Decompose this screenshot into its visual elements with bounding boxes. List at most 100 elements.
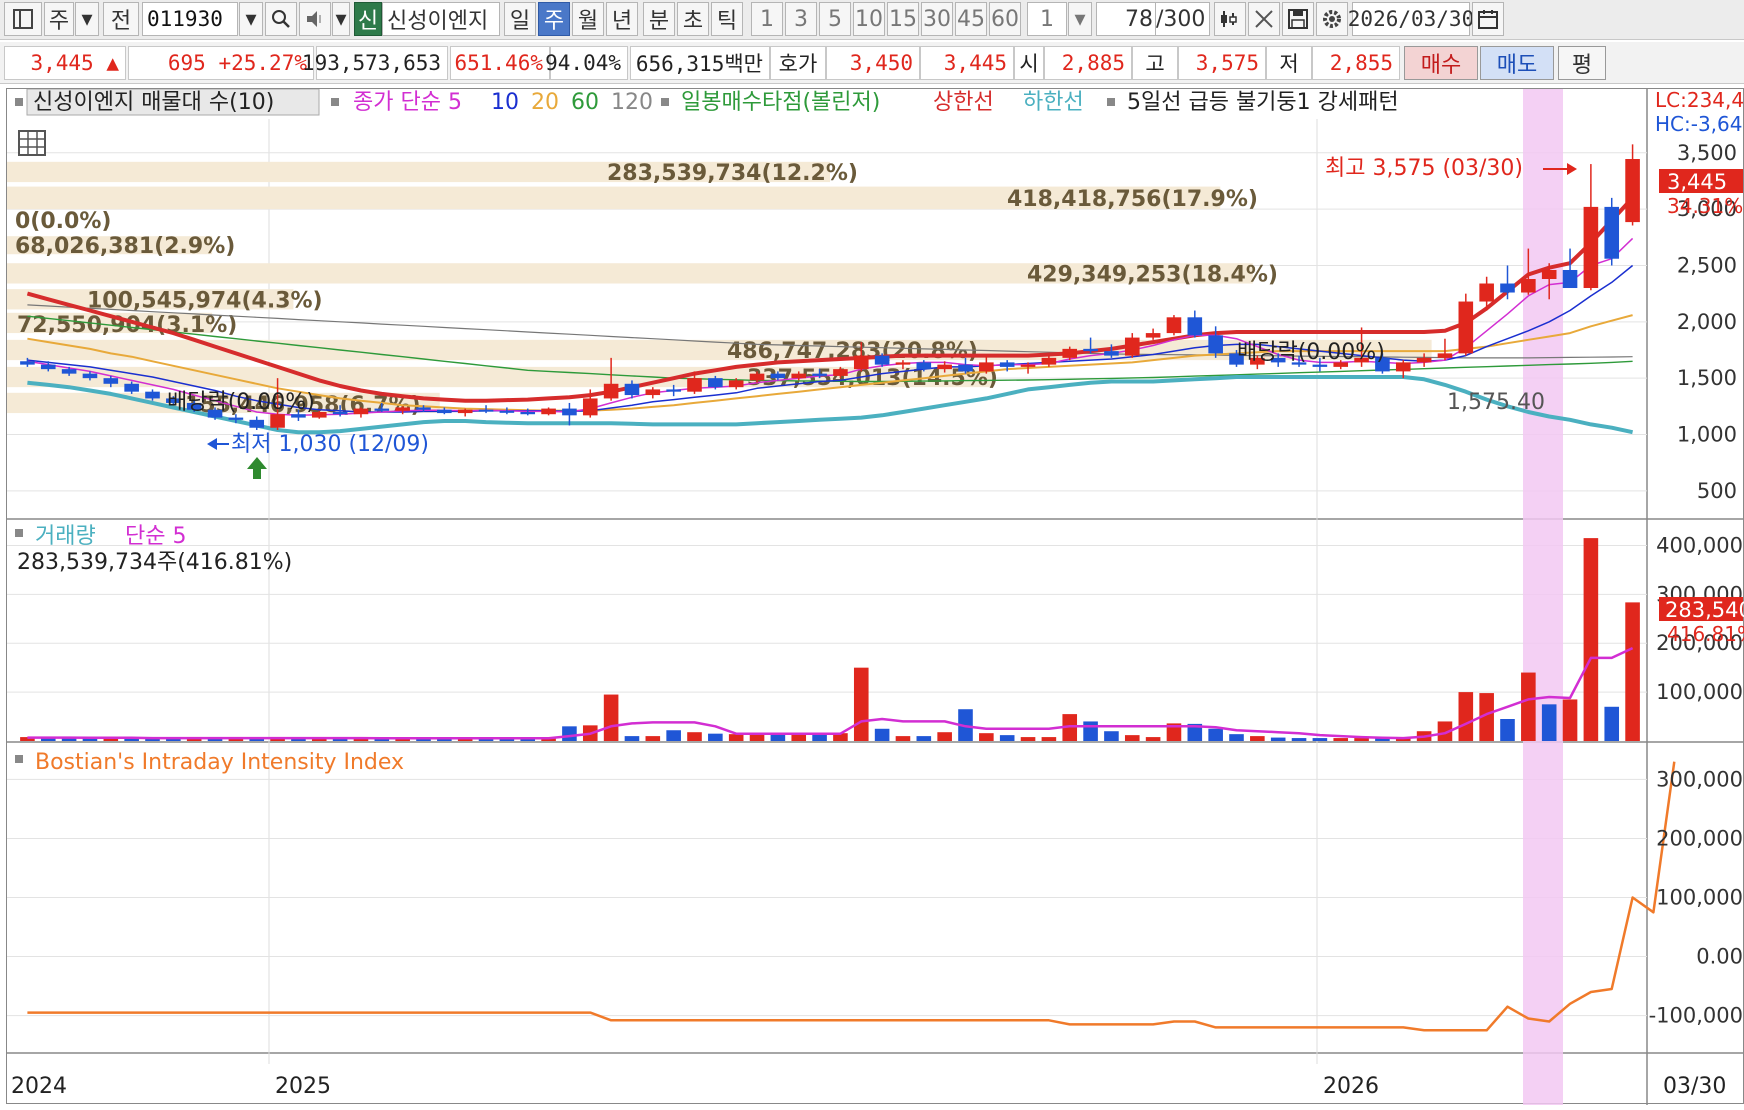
- minute-10[interactable]: 10: [853, 2, 885, 36]
- minute-45[interactable]: 45: [955, 2, 987, 36]
- market-dropdown-icon[interactable]: ▾: [75, 2, 99, 36]
- count-field[interactable]: 78: [1096, 2, 1156, 36]
- buy-button[interactable]: 매수: [1404, 46, 1478, 80]
- volume-bar: [979, 733, 994, 741]
- candle-body: [770, 373, 786, 379]
- chart-area[interactable]: 283,539,734(12.2%) 418,418,756(17.9%) 0(0.…: [6, 88, 1744, 1105]
- bollinger-value: 1,575.40: [1447, 390, 1545, 415]
- unit-dropdown-icon[interactable]: ▾: [1068, 2, 1092, 36]
- minute-3[interactable]: 3: [785, 2, 817, 36]
- volume-ma-label[interactable]: 단순 5: [125, 524, 186, 549]
- speaker-dropdown-icon[interactable]: ▾: [332, 2, 350, 36]
- legend: 신성이엔지 매물대 수(10) 종가 단순 5 10 20 60 120 일봉매…: [15, 88, 1399, 116]
- tab-year[interactable]: 년: [606, 2, 638, 36]
- volume-bar: [687, 732, 702, 741]
- change-pct: +25.27%: [218, 51, 307, 75]
- candle-body: [541, 408, 556, 415]
- high-label: 고: [1132, 46, 1178, 80]
- tab-tick[interactable]: 틱: [711, 2, 743, 36]
- candle-body: [1437, 353, 1453, 358]
- legend-vp[interactable]: 신성이엔지 매물대 수(10): [33, 90, 274, 115]
- chart-svg[interactable]: 283,539,734(12.2%) 418,418,756(17.9%) 0(0.…: [7, 88, 1744, 1105]
- legend-bullet-icon: [15, 529, 23, 537]
- zoom-in-icon[interactable]: [1214, 2, 1246, 36]
- legend-ma-title[interactable]: 종가 단순 5: [353, 90, 462, 115]
- candle-body: [1145, 333, 1161, 338]
- code-field[interactable]: [142, 2, 238, 36]
- volume-value: 193,573,653: [302, 46, 448, 80]
- volume-bar: [916, 736, 932, 741]
- low-annotation: 최저 1,030 (12/09): [231, 432, 429, 457]
- price-tick-label: 1,500: [1677, 366, 1737, 390]
- legend-pattern[interactable]: 5일선 급등 불기둥1 강세패턴: [1127, 90, 1399, 115]
- date-field[interactable]: 2026/03/30: [1348, 2, 1474, 36]
- candle-body: [749, 373, 765, 381]
- legend-ma60[interactable]: 60: [571, 90, 599, 115]
- speaker-icon[interactable]: [299, 2, 331, 36]
- legend-lower[interactable]: 하한선: [1023, 90, 1084, 115]
- tab-second[interactable]: 초: [677, 2, 709, 36]
- code-dropdown-icon[interactable]: ▾: [239, 2, 263, 36]
- legend-upper[interactable]: 상한선: [933, 90, 994, 115]
- xaxis-label-2026: 2026: [1323, 1074, 1379, 1099]
- volume-bar: [728, 734, 744, 741]
- calendar-icon[interactable]: [1472, 2, 1504, 36]
- tab-month[interactable]: 월: [572, 2, 604, 36]
- candle-body: [1395, 362, 1411, 372]
- crosshair-icon[interactable]: [1248, 2, 1280, 36]
- minute-30[interactable]: 30: [921, 2, 953, 36]
- candle-body: [603, 383, 619, 399]
- prev-button[interactable]: 전: [103, 2, 139, 36]
- candle-body: [1416, 357, 1432, 363]
- legend-ma10[interactable]: 10: [491, 90, 519, 115]
- volume-title[interactable]: 거래량: [35, 524, 96, 549]
- candle-body: [895, 362, 911, 365]
- price-value: 3,445: [30, 51, 94, 75]
- table-icon[interactable]: [18, 130, 46, 156]
- tab-week[interactable]: 주: [538, 2, 570, 36]
- minute-15[interactable]: 15: [887, 2, 919, 36]
- tab-day[interactable]: 일: [504, 2, 536, 36]
- volume-bar: [1604, 706, 1620, 741]
- open-price: 2,885: [1044, 46, 1132, 80]
- gear-icon[interactable]: [1316, 2, 1348, 36]
- high-price: 3,575: [1178, 46, 1266, 80]
- minute-5[interactable]: 5: [819, 2, 851, 36]
- candle-body: [1208, 335, 1223, 354]
- candle-body: [1166, 317, 1182, 334]
- sell-button[interactable]: 매도: [1480, 46, 1554, 80]
- layout-icon[interactable]: [4, 2, 42, 36]
- volume-bar: [1145, 737, 1161, 741]
- minute-60[interactable]: 60: [989, 2, 1021, 36]
- tab-minute[interactable]: 분: [643, 2, 675, 36]
- eval-button[interactable]: 평: [1558, 46, 1606, 80]
- save-icon[interactable]: [1282, 2, 1314, 36]
- legend-ma120[interactable]: 120: [611, 90, 653, 115]
- open-label: 시: [1014, 46, 1044, 80]
- bii-title[interactable]: Bostian's Intraday Intensity Index: [35, 750, 404, 775]
- legend-ma20[interactable]: 20: [531, 90, 559, 115]
- minute-1[interactable]: 1: [751, 2, 783, 36]
- candle-body: [1187, 317, 1203, 336]
- volume-ma5-line: [27, 646, 1634, 740]
- candle-body: [812, 373, 827, 376]
- candle-body: [61, 369, 77, 374]
- candle-body: [979, 362, 994, 372]
- volume-profile-label: 68,026,381(2.9%): [15, 234, 235, 259]
- legend-bollinger[interactable]: 일봉매수타점(볼린저): [681, 90, 880, 115]
- candle-body: [999, 362, 1015, 367]
- volume-bar: [812, 734, 827, 741]
- unit-field[interactable]: 1: [1027, 2, 1067, 36]
- market-select[interactable]: 주: [44, 2, 74, 36]
- change: 695 +25.27%: [128, 46, 314, 80]
- search-icon[interactable]: [265, 2, 297, 36]
- dividend-annotation-1: 배당락(0.00%): [167, 390, 315, 415]
- volume-bar: [1521, 672, 1536, 741]
- candle-body: [853, 355, 869, 370]
- volume-profile-label: 283,539,734(12.2%): [607, 161, 858, 186]
- volume-bar: [1229, 734, 1244, 741]
- code-input[interactable]: [143, 7, 237, 31]
- low-label: 저: [1266, 46, 1312, 80]
- window-icon: [13, 9, 33, 29]
- volume-bar: [1458, 692, 1474, 741]
